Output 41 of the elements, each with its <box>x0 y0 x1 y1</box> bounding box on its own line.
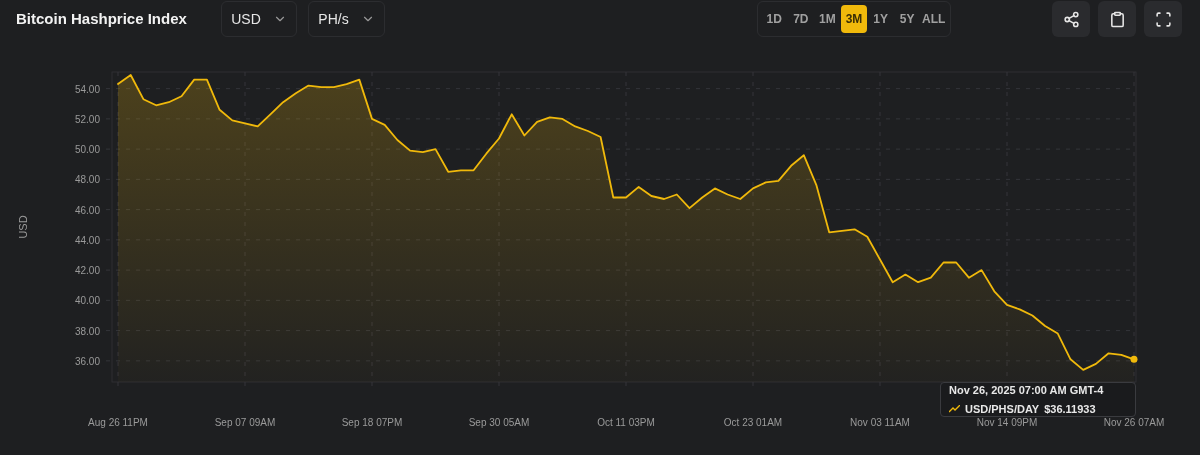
y-tick-label: 52.00 <box>74 113 100 125</box>
y-tick-label: 42.00 <box>74 265 100 277</box>
x-tick-label: Sep 30 05AM <box>468 417 530 428</box>
tooltip-time: Nov 26, 2025 07:00 AM GMT-4 <box>949 382 1105 398</box>
range-tab[interactable]: 1M <box>814 5 841 33</box>
tooltip-value: $36.11933 <box>1044 402 1096 417</box>
range-tab[interactable]: 1Y <box>867 5 894 33</box>
y-tick-label: 38.00 <box>74 325 100 337</box>
y-tick-label: 48.00 <box>74 174 100 186</box>
x-tick-label: Nov 26 07AM <box>1103 417 1165 428</box>
fullscreen-button[interactable] <box>1144 1 1182 37</box>
fullscreen-icon <box>1154 10 1172 28</box>
x-tick-label: Nov 03 11AM <box>850 417 910 428</box>
chart-title: Bitcoin Hashprice Index <box>16 8 188 29</box>
clipboard-icon <box>1108 10 1126 28</box>
end-point-marker <box>1130 355 1138 363</box>
y-tick-label: 50.00 <box>74 144 100 156</box>
y-tick-label: 54.00 <box>74 83 100 95</box>
unit-dropdown[interactable]: PH/s <box>308 1 385 37</box>
range-tab[interactable]: 1D <box>761 5 788 33</box>
tooltip-series: USD/PHS/DAY <box>965 402 1040 417</box>
currency-dropdown[interactable]: USD <box>221 1 297 37</box>
x-tick-label: Oct 11 03PM <box>597 417 655 428</box>
y-axis-label: USD <box>17 215 29 239</box>
range-tab[interactable]: 3M <box>840 5 868 33</box>
range-tab[interactable]: 7D <box>787 5 815 33</box>
y-tick-label: 46.00 <box>74 204 100 216</box>
x-tick-label: Sep 18 07PM <box>341 417 403 428</box>
y-tick-label: 44.00 <box>74 234 100 246</box>
trend-line-icon <box>949 405 960 414</box>
share-button[interactable] <box>1052 1 1090 37</box>
range-tab[interactable]: 5Y <box>893 5 921 33</box>
x-tick-label: Oct 23 01AM <box>723 417 783 428</box>
clipboard-button[interactable] <box>1098 1 1136 37</box>
y-tick-label: 36.00 <box>74 355 100 367</box>
share-icon <box>1062 10 1080 28</box>
x-tick-label: Nov 14 09PM <box>976 417 1038 428</box>
x-tick-label: Aug 26 11PM <box>88 417 148 428</box>
range-tab[interactable]: ALL <box>920 5 948 33</box>
x-tick-label: Sep 07 09AM <box>214 417 276 428</box>
y-tick-label: 40.00 <box>74 295 100 307</box>
